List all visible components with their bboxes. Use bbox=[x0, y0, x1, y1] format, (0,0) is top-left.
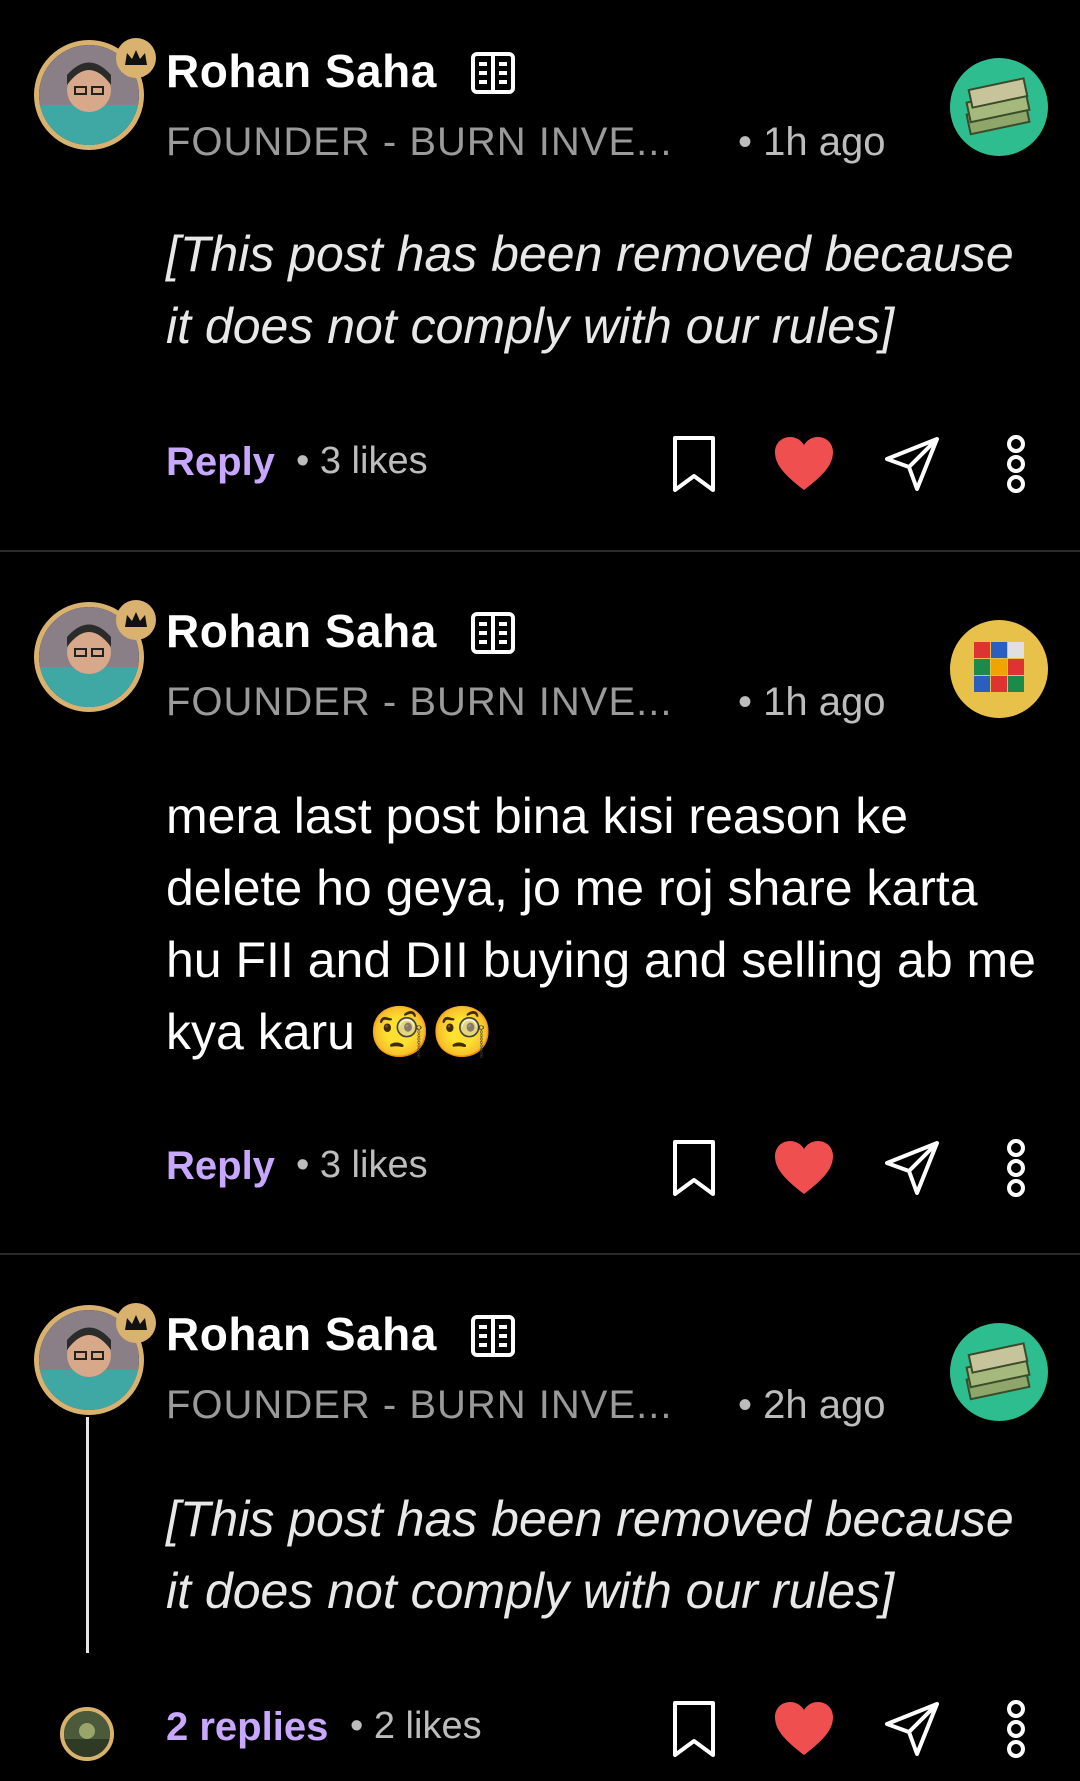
more-options-button[interactable] bbox=[984, 432, 1048, 496]
send-icon bbox=[885, 437, 939, 491]
bookmark-button[interactable] bbox=[662, 1697, 726, 1761]
post-time: • 1h ago bbox=[738, 680, 886, 724]
author-name[interactable]: Rohan Saha bbox=[166, 1307, 437, 1361]
comment-card: Rohan Saha FOUNDER - BURN INVE... • 2h a… bbox=[0, 1255, 1080, 1781]
crown-icon bbox=[116, 38, 156, 78]
more-vertical-icon bbox=[1007, 1700, 1025, 1758]
share-button[interactable] bbox=[880, 432, 944, 496]
reply-button[interactable]: Reply bbox=[166, 1144, 275, 1189]
like-count[interactable]: • 3 likes bbox=[296, 440, 428, 483]
money-stack-icon bbox=[950, 58, 1048, 156]
company-page-icon bbox=[471, 612, 515, 654]
rubiks-cube-icon bbox=[950, 620, 1048, 718]
comment-body: [This post has been removed because it d… bbox=[166, 226, 1014, 354]
thread-line bbox=[86, 1417, 89, 1653]
author-avatar[interactable] bbox=[34, 38, 156, 150]
bookmark-button[interactable] bbox=[662, 432, 726, 496]
view-replies-button[interactable]: 2 replies bbox=[166, 1705, 328, 1750]
author-headline: FOUNDER - BURN INVE... bbox=[166, 1383, 673, 1427]
post-time: • 2h ago bbox=[738, 1383, 886, 1427]
author-headline: FOUNDER - BURN INVE... bbox=[166, 680, 673, 724]
bookmark-icon bbox=[673, 436, 715, 492]
bookmark-icon bbox=[673, 1701, 715, 1757]
reply-avatar[interactable] bbox=[60, 1707, 114, 1761]
author-name[interactable]: Rohan Saha bbox=[166, 604, 437, 658]
heart-icon bbox=[775, 1141, 833, 1194]
heart-icon bbox=[775, 1702, 833, 1755]
company-page-icon bbox=[471, 1315, 515, 1357]
author-avatar[interactable] bbox=[34, 600, 156, 712]
more-vertical-icon bbox=[1007, 435, 1025, 493]
send-icon bbox=[885, 1702, 939, 1756]
share-button[interactable] bbox=[880, 1136, 944, 1200]
comment-card: Rohan Saha FOUNDER - BURN INVE... • 1h a… bbox=[0, 0, 1080, 548]
like-count[interactable]: • 3 likes bbox=[296, 1144, 428, 1187]
more-vertical-icon bbox=[1007, 1139, 1025, 1197]
reply-button[interactable]: Reply bbox=[166, 440, 275, 485]
author-headline: FOUNDER - BURN INVE... bbox=[166, 120, 673, 164]
author-name[interactable]: Rohan Saha bbox=[166, 44, 437, 98]
post-time: • 1h ago bbox=[738, 120, 886, 164]
more-options-button[interactable] bbox=[984, 1136, 1048, 1200]
like-button[interactable] bbox=[772, 432, 836, 496]
share-button[interactable] bbox=[880, 1697, 944, 1761]
comment-body: [This post has been removed because it d… bbox=[166, 1491, 1014, 1619]
company-page-icon bbox=[471, 52, 515, 94]
heart-icon bbox=[775, 437, 833, 490]
more-options-button[interactable] bbox=[984, 1697, 1048, 1761]
like-button[interactable] bbox=[772, 1136, 836, 1200]
money-stack-icon bbox=[950, 1323, 1048, 1421]
like-button[interactable] bbox=[772, 1697, 836, 1761]
bookmark-button[interactable] bbox=[662, 1136, 726, 1200]
author-avatar[interactable] bbox=[34, 1303, 156, 1415]
comment-body: mera last post bina kisi reason ke delet… bbox=[166, 788, 1036, 1060]
bookmark-icon bbox=[673, 1140, 715, 1196]
crown-icon bbox=[116, 600, 156, 640]
comment-card: Rohan Saha FOUNDER - BURN INVE... • 1h a… bbox=[0, 552, 1080, 1252]
like-count[interactable]: • 2 likes bbox=[350, 1705, 482, 1748]
crown-icon bbox=[116, 1303, 156, 1343]
send-icon bbox=[885, 1141, 939, 1195]
